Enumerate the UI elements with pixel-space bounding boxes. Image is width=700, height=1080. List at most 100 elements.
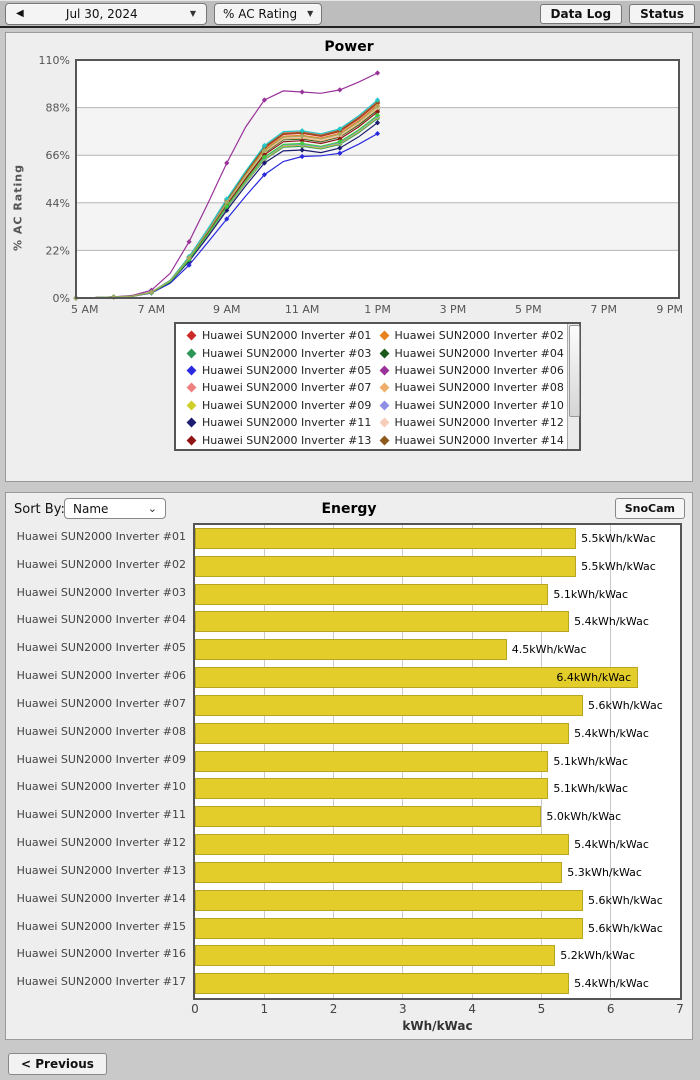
legend-marker-icon [186, 417, 197, 428]
inverter-label: Huawei SUN2000 Inverter #02 [16, 557, 186, 571]
energy-bar-row: 4.5kWh/kWac [195, 636, 680, 664]
energy-bar-row: 5.1kWh/kWac [195, 775, 680, 803]
legend-item[interactable]: Huawei SUN2000 Inverter #02 [373, 329, 566, 342]
legend-scrollbar[interactable] [567, 324, 580, 449]
legend-item[interactable]: Huawei SUN2000 Inverter #06 [373, 364, 566, 377]
legend-item-label: Huawei SUN2000 Inverter #01 [202, 329, 372, 343]
energy-bar [195, 639, 507, 661]
energy-bar-row: 5.1kWh/kWac [195, 748, 680, 776]
inverter-label: Huawei SUN2000 Inverter #08 [16, 724, 186, 738]
legend-item[interactable]: Huawei SUN2000 Inverter #01 [180, 329, 373, 342]
legend-marker-icon [186, 348, 197, 359]
legend-item[interactable]: Huawei SUN2000 Inverter #07 [180, 381, 373, 394]
energy-x-axis-title: kWh/kWac [402, 1019, 473, 1033]
y-tick-label: 22% [46, 244, 70, 257]
inverter-label: Huawei SUN2000 Inverter #13 [16, 863, 186, 877]
previous-button[interactable]: < Previous [8, 1053, 107, 1075]
legend-item-label: Huawei SUN2000 Inverter #04 [394, 346, 564, 360]
legend-marker-icon [379, 382, 389, 393]
energy-bar-row: 5.4kWh/kWac [195, 831, 680, 859]
inverter-label: Huawei SUN2000 Inverter #06 [16, 669, 186, 683]
x-tick-label: 9 PM [656, 303, 683, 316]
legend-marker-icon [379, 417, 389, 428]
energy-bar-row: 5.0kWh/kWac [195, 803, 680, 831]
inverter-label: Huawei SUN2000 Inverter #10 [16, 780, 186, 794]
energy-bar [195, 583, 549, 605]
legend-marker-icon [186, 365, 197, 376]
x-tick-label: 7 AM [138, 303, 166, 316]
bar-value-label: 5.2kWh/kWac [560, 949, 636, 963]
energy-bar [195, 917, 583, 939]
inverter-label: Huawei SUN2000 Inverter #03 [16, 585, 186, 599]
inverter-label: Huawei SUN2000 Inverter #05 [16, 641, 186, 655]
legend-item[interactable]: Huawei SUN2000 Inverter #13 [180, 434, 373, 447]
inverter-label: Huawei SUN2000 Inverter #14 [16, 891, 186, 905]
bar-value-label: 5.6kWh/kWac [588, 698, 663, 712]
legend-item-label: Huawei SUN2000 Inverter #13 [202, 433, 372, 447]
y-tick-label: 110% [39, 54, 70, 67]
bar-value-label: 5.4kWh/kWac [574, 726, 649, 740]
back-arrow-icon[interactable]: ◀ [16, 8, 24, 19]
bar-value-label: 5.1kWh/kWac [553, 587, 629, 601]
bar-value-label: 5.6kWh/kWac [588, 921, 663, 935]
x-tick-label: 2 [329, 1002, 338, 1016]
legend-item-label: Huawei SUN2000 Inverter #03 [202, 346, 372, 360]
legend-item[interactable]: Huawei SUN2000 Inverter #03 [180, 347, 373, 360]
legend-item[interactable]: Huawei SUN2000 Inverter #14 [373, 434, 566, 447]
legend-scrollbar-thumb[interactable] [569, 325, 580, 417]
legend-item-label: Huawei SUN2000 Inverter #08 [394, 381, 564, 395]
bar-value-label: 4.5kWh/kWac [511, 643, 587, 657]
bar-value-label: 5.3kWh/kWac [567, 865, 642, 879]
legend-item-label: Huawei SUN2000 Inverter #09 [202, 398, 372, 412]
bar-value-label: 6.4kWh/kWac [556, 671, 632, 685]
legend-item[interactable]: Huawei SUN2000 Inverter #10 [373, 399, 566, 412]
chevron-down-icon: ▼ [189, 9, 196, 18]
legend-item[interactable]: Huawei SUN2000 Inverter #12 [373, 416, 566, 429]
metric-select[interactable]: % AC Rating ▼ [214, 2, 323, 25]
energy-bar [195, 973, 570, 995]
legend-item[interactable]: Huawei SUN2000 Inverter #11 [180, 416, 373, 429]
energy-bar-row: 5.3kWh/kWac [195, 859, 680, 887]
legend-item[interactable]: Huawei SUN2000 Inverter #08 [373, 381, 566, 394]
energy-bar-row: 6.4kWh/kWac [195, 664, 680, 692]
energy-bar [195, 611, 570, 633]
legend-item[interactable]: Huawei SUN2000 Inverter #04 [373, 347, 566, 360]
toolbar-left-group: ◀ Jul 30, 2024 ▼ % AC Rating ▼ [5, 2, 323, 25]
energy-bar-row: 5.2kWh/kWac [195, 942, 680, 970]
legend-item[interactable]: Huawei SUN2000 Inverter #09 [180, 399, 373, 412]
legend-marker-icon [379, 365, 389, 376]
x-tick-label: 11 AM [285, 303, 320, 316]
legend-item-label: Huawei SUN2000 Inverter #07 [202, 381, 372, 395]
toolbar-right-group: Data Log Status [539, 3, 695, 24]
bar-value-label: 5.4kWh/kWac [574, 615, 649, 629]
x-tick-label: 5 AM [71, 303, 99, 316]
energy-bar-row: 5.4kWh/kWac [195, 608, 680, 636]
inverter-label: Huawei SUN2000 Inverter #11 [16, 808, 186, 822]
x-tick-label: 5 PM [515, 303, 542, 316]
energy-bar [195, 555, 577, 577]
bar-value-label: 5.4kWh/kWac [574, 977, 649, 991]
power-legend: Huawei SUN2000 Inverter #01 Huawei SUN200… [174, 322, 581, 451]
date-picker[interactable]: ◀ Jul 30, 2024 ▼ [5, 2, 207, 25]
energy-plot-area: 5.5kWh/kWac 5.5kWh/kWac 5.1kWh/kWac 5.4kWh/… [193, 523, 682, 1000]
snocam-button[interactable]: SnoCam [614, 498, 685, 519]
x-tick-label: 5 [537, 1002, 546, 1016]
bar-value-label: 5.1kWh/kWac [553, 782, 629, 796]
legend-item-label: Huawei SUN2000 Inverter #11 [202, 416, 372, 430]
energy-bar-row: 5.6kWh/kWac [195, 692, 680, 720]
energy-bar [195, 528, 577, 549]
legend-item[interactable]: Huawei SUN2000 Inverter #05 [180, 364, 373, 377]
plot-background [76, 60, 679, 298]
bar-value-label: 5.6kWh/kWac [588, 893, 663, 907]
legend-marker-icon [186, 330, 197, 341]
energy-bar [195, 778, 549, 800]
energy-panel: Sort By: Name ⌄ Energy SnoCam Huawei SUN… [5, 492, 693, 1040]
inverter-label: Huawei SUN2000 Inverter #07 [16, 696, 186, 710]
toolbar: ◀ Jul 30, 2024 ▼ % AC Rating ▼ Data Log … [0, 0, 700, 28]
energy-bar-row: 5.4kWh/kWac [195, 720, 680, 748]
status-button[interactable]: Status [629, 3, 695, 24]
inverter-label: Huawei SUN2000 Inverter #09 [16, 752, 186, 766]
data-log-button[interactable]: Data Log [539, 3, 623, 24]
y-tick-label: 66% [46, 149, 70, 162]
energy-bar [195, 861, 563, 883]
